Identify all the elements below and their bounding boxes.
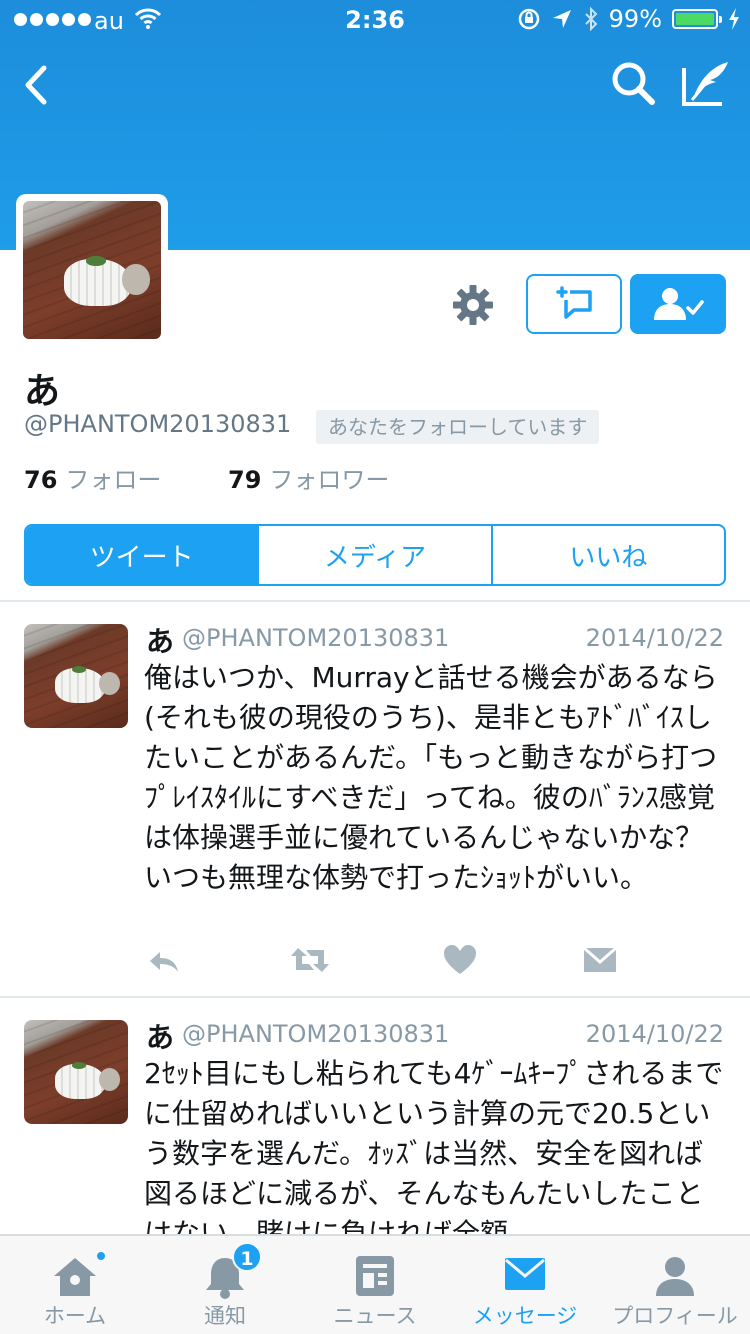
charging-icon (729, 8, 739, 30)
tweet-avatar[interactable] (24, 624, 128, 728)
tweet-date: 2014/10/22 (585, 1020, 724, 1048)
followers-stat[interactable]: 79 フォロワー (228, 460, 389, 495)
like-icon[interactable] (440, 940, 480, 980)
add-to-list-button[interactable] (526, 274, 622, 334)
tweet-author-handle: @PHANTOM20130831 (182, 1020, 450, 1048)
tabbar-label: ニュース (333, 1304, 417, 1328)
bluetooth-icon (584, 7, 598, 31)
search-icon[interactable] (608, 58, 658, 108)
envelope-icon (505, 1258, 545, 1290)
followers-count: 79 (228, 466, 262, 494)
profile-handle: @PHANTOM20130831 (24, 410, 292, 438)
tweet-avatar[interactable] (24, 1020, 128, 1124)
tabbar-label: 通知 (204, 1304, 246, 1328)
profile-tabs: ツイート メディア いいね (24, 524, 726, 586)
gear-icon[interactable] (452, 284, 494, 326)
status-bar: au 2:36 99% (0, 0, 750, 40)
bottom-tab-bar: ホーム 1 通知 ニュース メッセージ プロフィール (0, 1234, 750, 1334)
tabbar-news[interactable]: ニュース (300, 1236, 450, 1334)
tweet-author-name: あ (146, 625, 175, 658)
tab-likes[interactable]: いいね (490, 526, 724, 584)
following-button[interactable] (630, 274, 726, 334)
tabbar-home[interactable]: ホーム (0, 1236, 150, 1334)
tweet-text: 俺はいつか、Murrayと話せる機会があるなら(それも彼の現役のうち)、是非とも… (144, 661, 718, 894)
following-label: フォロー (65, 466, 162, 494)
person-icon (656, 1257, 694, 1296)
tabbar-label: メッセージ (472, 1304, 578, 1328)
tabbar-label: プロフィール (612, 1304, 738, 1328)
notification-badge: 1 (232, 1242, 262, 1272)
tweet-author-handle: @PHANTOM20130831 (182, 624, 450, 652)
home-icon (54, 1258, 96, 1296)
tweet-author-name: あ (146, 1021, 175, 1054)
user-following-icon (654, 288, 704, 320)
tweet-text: 2ｾｯﾄ目にもし粘られても4ｹﾞｰﾑｷｰﾌﾟされるまでに仕留めればいいという計算… (144, 1057, 724, 1234)
tweet-date: 2014/10/22 (585, 624, 724, 652)
news-icon (356, 1256, 394, 1296)
tabbar-profile[interactable]: プロフィール (600, 1236, 750, 1334)
follows-you-badge: あなたをフォローしています (316, 410, 600, 444)
compose-icon[interactable] (680, 58, 732, 110)
tweet-actions (144, 940, 617, 980)
followers-label: フォロワー (269, 466, 390, 494)
tweet-item[interactable]: あ @PHANTOM20130831 2014/10/22 2ｾｯﾄ目にもし粘ら… (0, 996, 750, 1234)
tab-media[interactable]: メディア (257, 526, 490, 584)
tabbar-messages[interactable]: メッセージ (450, 1236, 600, 1334)
battery-icon (672, 9, 722, 29)
tabbar-label: ホーム (43, 1304, 107, 1328)
home-new-dot (95, 1250, 107, 1262)
display-name: あ (24, 371, 61, 412)
tweet-item[interactable]: あ @PHANTOM20130831 2014/10/22 俺はいつか、Murr… (0, 600, 750, 996)
following-count: 76 (24, 466, 58, 494)
rotation-lock-icon (518, 8, 539, 30)
avatar-image (23, 201, 161, 339)
back-button[interactable] (16, 60, 56, 110)
profile-avatar[interactable] (16, 194, 168, 346)
direct-message-icon[interactable] (580, 940, 620, 980)
add-list-icon (556, 286, 592, 319)
battery-percent: 99% (608, 5, 662, 33)
tabbar-notifications[interactable]: 1 通知 (150, 1236, 300, 1334)
retweet-icon[interactable] (288, 940, 332, 980)
reply-icon[interactable] (144, 940, 184, 980)
location-icon (552, 10, 571, 28)
tab-tweets[interactable]: ツイート (26, 526, 258, 584)
following-stat[interactable]: 76 フォロー (24, 460, 161, 495)
